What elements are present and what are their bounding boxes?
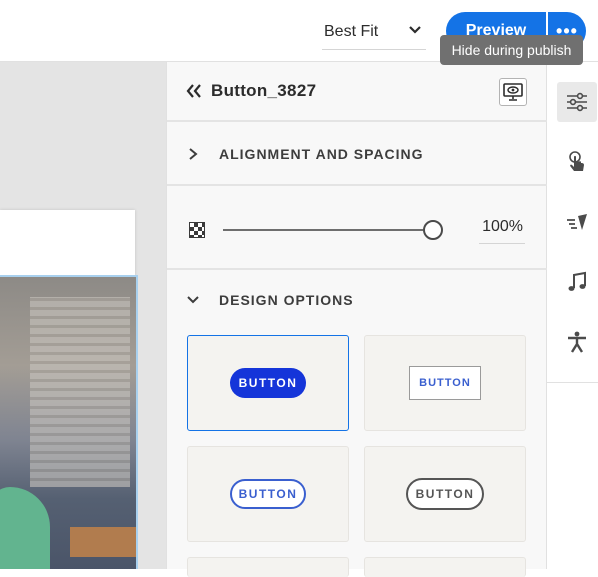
button-preview: BUTTON [230, 368, 306, 398]
double-chevron-left-icon[interactable] [185, 82, 203, 100]
sliders-icon [567, 92, 587, 112]
zoom-fit-select[interactable]: Best Fit [322, 14, 426, 50]
hide-during-publish-tooltip: Hide during publish [440, 35, 583, 65]
chevron-right-icon [189, 148, 198, 160]
animation-icon [567, 214, 587, 230]
canvas-text-block[interactable] [0, 210, 135, 276]
rail-item-accessibility[interactable] [557, 322, 597, 362]
chevron-down-icon[interactable] [186, 294, 200, 306]
rail-divider [547, 382, 598, 383]
opacity-slider-track[interactable] [223, 229, 423, 231]
alignment-section-title: ALIGNMENT AND SPACING [219, 146, 424, 162]
design-option-outlined-pill-blue[interactable]: BUTTON [187, 446, 349, 542]
panel-header: Button_3827 [167, 62, 547, 122]
button-preview: BUTTON [230, 479, 306, 509]
design-option-outlined-rect[interactable]: BUTTON [364, 335, 526, 431]
opacity-section: 100% [167, 186, 547, 270]
zoom-fit-value: Best Fit [324, 22, 379, 40]
transparency-icon [189, 222, 205, 238]
image-shelf-detail [70, 527, 136, 557]
alignment-section[interactable]: ALIGNMENT AND SPACING [167, 122, 547, 186]
touch-interaction-icon [569, 151, 584, 171]
design-option-partial[interactable] [187, 557, 349, 577]
right-tool-rail [547, 62, 598, 569]
properties-panel: Button_3827 ALIGNMENT AND SPACING 100% D… [166, 62, 547, 577]
rail-item-animation[interactable] [557, 202, 597, 242]
design-options-section: DESIGN OPTIONS BUTTON BUTTON BUTTON BUTT… [167, 270, 547, 577]
monitor-eye-icon [503, 83, 523, 101]
design-option-outlined-pill-gray[interactable]: BUTTON [364, 446, 526, 542]
accessibility-icon [568, 331, 586, 353]
tooltip-text: Hide during publish [451, 42, 572, 58]
rail-item-interactions[interactable] [557, 142, 597, 182]
music-note-icon [568, 271, 586, 291]
rail-item-audio[interactable] [557, 262, 597, 302]
hide-during-publish-toggle[interactable] [499, 78, 527, 106]
image-person-detail [0, 487, 50, 569]
opacity-slider-handle[interactable] [423, 220, 443, 240]
canvas-image[interactable] [0, 275, 138, 569]
chevron-down-icon [409, 26, 421, 34]
object-name-title: Button_3827 [211, 81, 317, 100]
design-options-title: DESIGN OPTIONS [219, 292, 354, 308]
stage-canvas[interactable] [0, 62, 166, 569]
rail-item-properties[interactable] [557, 82, 597, 122]
opacity-value-field[interactable]: 100% [479, 218, 525, 244]
design-option-filled-pill[interactable]: BUTTON [187, 335, 349, 431]
button-preview: BUTTON [406, 478, 484, 510]
image-background-detail [30, 297, 130, 487]
button-preview: BUTTON [409, 366, 481, 400]
design-option-partial[interactable] [364, 557, 526, 577]
